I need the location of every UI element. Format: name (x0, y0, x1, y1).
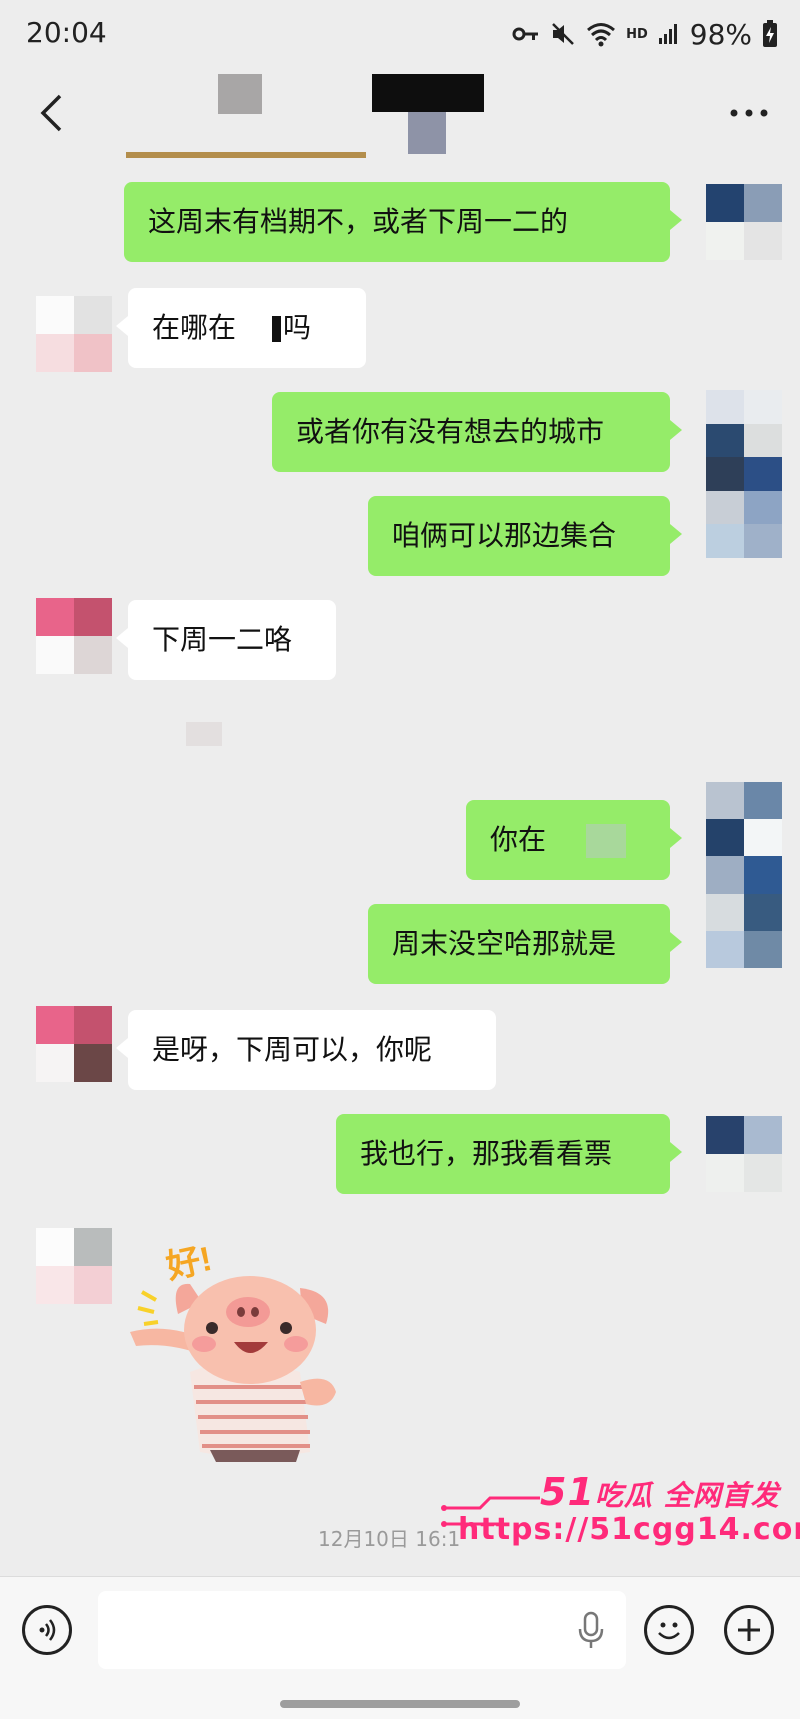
received-message-part-2: 吗 (283, 311, 312, 344)
chat-header (0, 70, 800, 160)
sent-message[interactable]: 我也行，那我看看票 (336, 1114, 682, 1194)
my-avatar[interactable] (706, 1116, 782, 1192)
sent-message[interactable]: 这周末有档期不，或者下周一二的 (124, 182, 682, 262)
header-image-strip (126, 152, 366, 158)
sticker-caption: 好! (162, 1240, 215, 1287)
status-bar: 20:04 HD 98% (0, 0, 800, 70)
sent-message[interactable]: 或者你有没有想去的城市 (272, 392, 682, 472)
watermark-brand-number: 51 (540, 1470, 595, 1514)
redacted-mark (272, 316, 282, 342)
smiley-icon (658, 1622, 680, 1640)
plus-icon (738, 1619, 760, 1641)
contact-avatar[interactable] (36, 1228, 112, 1304)
battery-charging-icon (763, 20, 777, 47)
watermark-brand-text: 吃瓜 全网首发 (594, 1479, 780, 1512)
emoji-button[interactable] (644, 1605, 694, 1655)
wifi-icon (587, 23, 616, 47)
contact-name-redacted-2 (408, 112, 446, 154)
watermark-url: https://51cgg14.com (458, 1512, 800, 1547)
sent-message-part: 你在 (490, 823, 547, 856)
network-label: HD (626, 26, 648, 42)
sent-message[interactable]: 周末没空哈那就是 (368, 904, 682, 984)
message-timestamp: 12月10日 16:1 (318, 1527, 461, 1551)
received-message[interactable]: 在哪在 吗 (116, 288, 366, 368)
contact-avatar[interactable] (36, 296, 112, 372)
my-avatar[interactable] (706, 390, 782, 558)
microphone-icon[interactable] (576, 1611, 606, 1651)
received-message-part-1: 在哪在 (152, 311, 237, 344)
voice-wave-icon (39, 1619, 56, 1641)
message-input[interactable] (98, 1591, 626, 1669)
signal-icon (658, 24, 677, 44)
input-bar (0, 1576, 800, 1719)
mute-icon (552, 23, 574, 45)
battery-percent: 98% (689, 17, 752, 51)
received-message[interactable]: 下周一二咯 (116, 600, 336, 680)
watermark-brand: 51吃瓜 全网首发 (540, 1470, 780, 1514)
contact-name-redacted (218, 74, 262, 114)
contact-avatar[interactable] (36, 598, 112, 674)
key-icon (512, 27, 539, 41)
status-icons: HD 98% (512, 16, 778, 52)
redacted-word (586, 824, 627, 858)
redacted-word (236, 315, 273, 343)
contact-avatar[interactable] (36, 1006, 112, 1082)
home-indicator[interactable] (280, 1700, 520, 1708)
more-functions-button[interactable] (724, 1605, 774, 1655)
received-message[interactable]: 是呀，下周可以，你呢 (116, 1010, 496, 1090)
my-avatar[interactable] (706, 782, 782, 968)
contact-name-redacted-bar (372, 74, 484, 112)
sent-message[interactable]: 咱俩可以那边集合 (368, 496, 682, 576)
pig-sticker-icon[interactable]: 好! (130, 1232, 370, 1462)
voice-toggle-button[interactable] (22, 1605, 72, 1655)
my-avatar[interactable] (706, 184, 782, 260)
sent-message[interactable]: 你在 (466, 800, 682, 880)
redacted-system-notice (186, 722, 222, 746)
more-options-icon[interactable] (724, 88, 774, 138)
back-arrow-icon[interactable] (28, 88, 78, 138)
status-time: 20:04 (26, 16, 107, 49)
